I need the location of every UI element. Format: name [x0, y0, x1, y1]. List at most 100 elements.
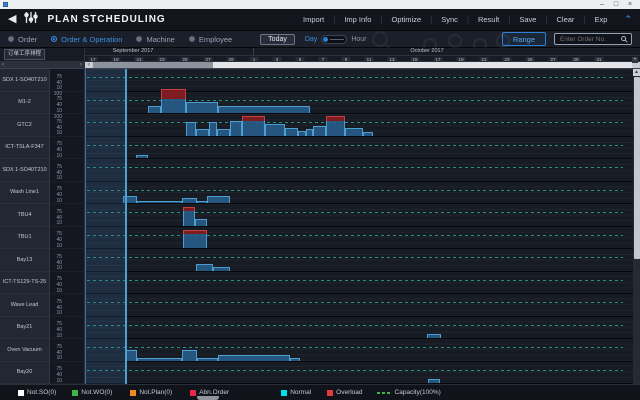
machine-row-label[interactable]: GTC2 — [0, 114, 50, 137]
menu-item-exp[interactable]: Exp — [586, 15, 617, 24]
task-bar[interactable] — [363, 132, 373, 135]
task-bar[interactable] — [290, 358, 300, 360]
task-bar[interactable] — [197, 201, 207, 203]
menu-item-save[interactable]: Save — [510, 15, 545, 24]
machine-row-label[interactable]: Bay13 — [0, 249, 50, 272]
task-bar[interactable] — [209, 122, 217, 136]
menu-item-import[interactable]: Import — [294, 15, 333, 24]
scroll-right-icon[interactable]: › — [80, 62, 82, 68]
task-bar[interactable] — [186, 102, 218, 113]
task-bar[interactable] — [182, 198, 197, 203]
task-bar[interactable] — [183, 207, 195, 225]
task-bar[interactable] — [196, 264, 213, 271]
h-scroll-track[interactable] — [213, 62, 632, 68]
machine-row-label[interactable]: M1-2 — [0, 92, 50, 115]
scroll-left-icon[interactable]: ‹ — [2, 62, 4, 68]
chart-v-scrollbar[interactable]: ▲ — [633, 69, 640, 384]
maximize-button[interactable]: □ — [609, 1, 623, 8]
task-bar[interactable] — [306, 129, 313, 136]
task-bar[interactable] — [123, 196, 137, 203]
row-axis-ticks: 754010 — [50, 294, 84, 317]
task-bar[interactable] — [207, 196, 230, 203]
timeline-header: September 2017October 2017 + 17192123252… — [85, 48, 640, 61]
today-button[interactable]: Today — [260, 34, 295, 45]
task-bar[interactable] — [195, 219, 207, 226]
minimize-button[interactable]: – — [595, 1, 609, 8]
view-radio-order[interactable]: Order — [8, 35, 37, 44]
menu-item-clear[interactable]: Clear — [548, 15, 584, 24]
day-tick-label: 7 — [319, 57, 328, 62]
overload-segment — [183, 230, 207, 234]
range-button[interactable]: Range — [502, 32, 546, 46]
h-scroll-thumb[interactable] — [93, 62, 213, 68]
machine-row-label[interactable]: TBU1 — [0, 227, 50, 250]
labels-h-scrollbar[interactable]: ‹ › — [0, 62, 85, 68]
view-radio-employee[interactable]: Employee — [189, 35, 232, 44]
axis-tick-label: 10 — [56, 311, 62, 316]
task-bar[interactable] — [218, 355, 290, 361]
close-button[interactable]: × — [623, 1, 637, 8]
view-radio-label: Machine — [146, 35, 174, 44]
back-icon[interactable]: ◀ — [8, 14, 16, 25]
axis-tick-label: 10 — [56, 266, 62, 271]
task-bar[interactable] — [326, 116, 345, 136]
row-axis-ticks: 754010 — [50, 182, 84, 205]
task-bar[interactable] — [230, 121, 242, 136]
task-bar[interactable] — [182, 350, 197, 360]
task-bar[interactable] — [218, 106, 310, 113]
task-bar[interactable] — [186, 122, 196, 136]
view-radio-machine[interactable]: Machine — [136, 35, 174, 44]
machine-row-label[interactable]: Wave Lead — [0, 294, 50, 317]
task-bar[interactable] — [137, 201, 182, 203]
task-bar[interactable] — [136, 155, 148, 158]
task-bar[interactable] — [285, 128, 298, 136]
axis-tick-label: 10 — [56, 356, 62, 361]
task-bar[interactable] — [197, 358, 218, 360]
zoom-plus-icon[interactable]: + — [632, 57, 638, 63]
machine-row-label[interactable]: Bay21 — [0, 317, 50, 340]
machine-row-label[interactable]: Oven Vacuum — [0, 339, 50, 362]
schedule-plot-area[interactable]: ▲ — [85, 69, 640, 384]
task-bar[interactable] — [313, 126, 326, 135]
day-tick-label: 19 — [112, 57, 121, 62]
task-bar[interactable] — [428, 379, 440, 383]
task-bar[interactable] — [265, 124, 285, 135]
task-bar[interactable] — [125, 350, 137, 360]
collapse-toolbar-icon[interactable]: ⌃ — [616, 14, 632, 25]
order-search-input[interactable] — [558, 35, 621, 44]
task-bar[interactable] — [217, 129, 230, 136]
legend-swatch-icon — [130, 390, 136, 396]
machine-row-label[interactable]: ICT-TS129-TS-25 — [0, 272, 50, 295]
scroll-left-arrow[interactable]: ‹ — [85, 62, 93, 68]
machine-row-label[interactable]: Bay20 — [0, 362, 50, 385]
machine-row-label[interactable]: ICT-TSLA-F347 — [0, 137, 50, 160]
machine-row-label[interactable]: TBU4 — [0, 204, 50, 227]
menu-item-result[interactable]: Result — [469, 15, 508, 24]
menu-item-optimize[interactable]: Optimize — [383, 15, 431, 24]
machine-row-label[interactable]: SDX 1-SO40T210 — [0, 69, 50, 92]
machine-row-label[interactable]: SDX 1-SO40T210 — [0, 159, 50, 182]
chart-h-scrollbar[interactable]: ‹ — [85, 62, 640, 68]
day-label[interactable]: Day — [305, 36, 317, 43]
menu-item-sync[interactable]: Sync — [432, 15, 467, 24]
task-bar[interactable] — [213, 267, 230, 270]
task-bar[interactable] — [345, 128, 363, 136]
panel-handle[interactable] — [197, 396, 219, 400]
task-bar[interactable] — [298, 131, 306, 136]
search-icon[interactable] — [621, 36, 628, 43]
view-radio-order-operation[interactable]: Order & Operation — [51, 35, 122, 44]
day-hour-toggle[interactable] — [321, 35, 347, 44]
task-bar[interactable] — [196, 129, 209, 136]
task-bar[interactable] — [161, 89, 186, 113]
legend-item: Overload — [327, 389, 362, 396]
hour-label[interactable]: Hour — [351, 36, 366, 43]
v-scroll-thumb[interactable] — [634, 77, 640, 259]
machine-row-label[interactable]: Wash Line1 — [0, 182, 50, 205]
task-bar[interactable] — [183, 230, 207, 248]
task-bar[interactable] — [148, 106, 161, 113]
menu-item-imp-info[interactable]: Imp Info — [335, 15, 380, 24]
task-bar[interactable] — [427, 334, 441, 339]
scroll-up-arrow[interactable]: ▲ — [633, 69, 640, 76]
task-bar[interactable] — [242, 116, 265, 136]
task-bar[interactable] — [137, 358, 182, 360]
